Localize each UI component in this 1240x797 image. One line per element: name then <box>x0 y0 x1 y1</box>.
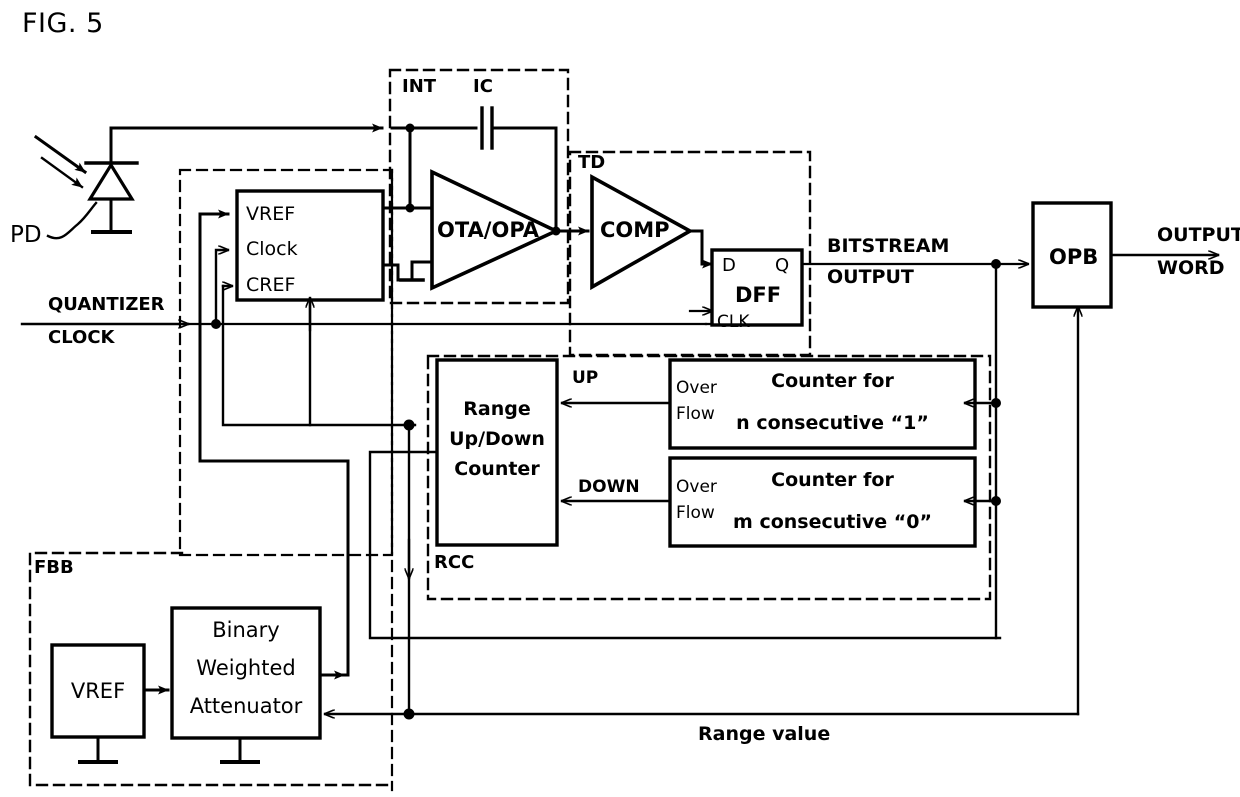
comp-label: COMP <box>600 218 670 242</box>
vref-source-label: VREF <box>70 679 126 703</box>
quantizer-port-vref: VREF <box>246 203 296 225</box>
light-arrow-2 <box>40 156 84 189</box>
counter-zeros-feed-node <box>991 496 1001 506</box>
quantizer-clock-label-line2: CLOCK <box>48 327 115 348</box>
attenuator-line2: Weighted <box>196 656 296 680</box>
quantizer-port-cref: CREF <box>246 274 296 296</box>
td-label: TD <box>578 152 606 173</box>
counter-ones-line1: Counter for <box>771 370 894 392</box>
dff-label: DFF <box>735 283 782 307</box>
dff-port-q: Q <box>775 255 790 276</box>
counter-ones-feed-node <box>991 398 1001 408</box>
counter-ones-line2: n consecutive “1” <box>736 412 929 434</box>
counter-zeros-line2: m consecutive “0” <box>733 511 932 533</box>
counter-zeros-line1: Counter for <box>771 469 894 491</box>
ota-plus-stub <box>410 260 434 282</box>
range-value-label: Range value <box>698 723 831 745</box>
cref-feed-wire <box>221 284 417 427</box>
bitstream-output-label-line1: BITSTREAM <box>827 235 950 257</box>
fbb-label: FBB <box>34 557 74 578</box>
range-updown-counter-block <box>435 358 559 547</box>
range-counter-line2: Up/Down <box>449 428 545 450</box>
light-arrow-1 <box>33 134 88 175</box>
attenuator-line3: Attenuator <box>189 694 303 718</box>
opb-label: OPB <box>1049 245 1099 269</box>
diagram-canvas: FIG. 5 PD QUANTIZER CLOCK INT IC TD RCC … <box>0 0 1240 797</box>
down-label: DOWN <box>578 477 640 497</box>
ota-label: OTA/OPA <box>437 218 540 242</box>
pd-label: PD <box>10 222 42 248</box>
rcc-label: RCC <box>434 552 475 573</box>
attenuator-line1: Binary <box>212 618 280 642</box>
int-label: INT <box>402 76 437 97</box>
output-word-label-line2: WORD <box>1157 257 1225 279</box>
comp-to-dff-wire <box>688 229 714 269</box>
range-counter-line1: Range <box>463 398 531 420</box>
quantizer-clock-label-line1: QUANTIZER <box>48 294 165 315</box>
photodiode-symbol <box>87 161 135 201</box>
range-counter-line3: Counter <box>454 458 540 480</box>
dff-port-d: D <box>722 255 736 276</box>
quantizer-port-clock: Clock <box>246 238 298 260</box>
bitstream-output-label-line2: OUTPUT <box>827 266 914 288</box>
output-word-label-line1: OUTPUT <box>1157 224 1240 246</box>
ic-label: IC <box>473 76 493 97</box>
pd-leader-line <box>46 201 98 240</box>
quantizer-clock-to-dff-clk <box>704 309 714 326</box>
dff-port-clk: CLK <box>717 312 750 332</box>
up-label: UP <box>572 368 599 388</box>
